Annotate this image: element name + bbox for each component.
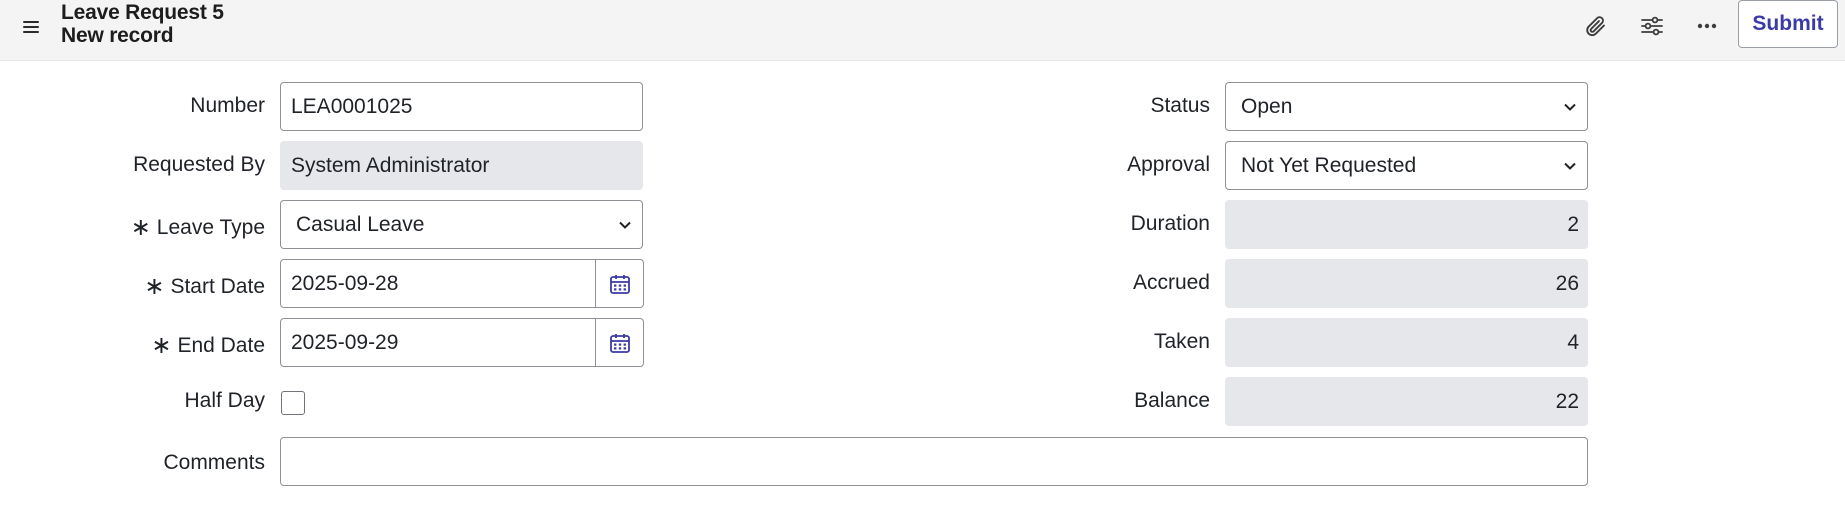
end-date-value: 2025-09-29	[291, 330, 399, 354]
taken-field: 4	[1225, 318, 1588, 367]
comments-field[interactable]	[280, 437, 1588, 486]
accrued-field: 26	[1225, 259, 1588, 308]
approval-select[interactable]: Not Yet Requested	[1225, 141, 1588, 190]
chevron-down-icon	[1564, 103, 1576, 111]
approval-label: Approval	[1127, 153, 1210, 176]
approval-value: Not Yet Requested	[1241, 153, 1417, 177]
required-mark-icon: ∗	[144, 273, 165, 300]
submit-button[interactable]: Submit	[1738, 0, 1838, 48]
page-subtitle: New record	[61, 24, 174, 47]
leave-type-value: Casual Leave	[296, 212, 425, 236]
number-value: LEA0001025	[291, 94, 413, 118]
taken-label: Taken	[1153, 330, 1210, 353]
form-header: Leave Request 5 New record Submit	[0, 0, 1845, 61]
accrued-label: Accrued	[1132, 271, 1210, 294]
number-field[interactable]: LEA0001025	[280, 82, 643, 131]
duration-label: Duration	[1130, 212, 1210, 235]
chevron-down-icon	[1564, 162, 1576, 170]
comments-label: Comments	[163, 451, 265, 474]
calendar-icon[interactable]	[596, 259, 644, 308]
end-date-field[interactable]: 2025-09-29	[280, 318, 596, 367]
number-label: Number	[190, 94, 265, 117]
balance-label: Balance	[1134, 389, 1210, 412]
start-date-control: 2025-09-28	[280, 259, 644, 308]
chevron-down-icon	[619, 221, 631, 229]
half-day-label: Half Day	[184, 389, 265, 412]
end-date-label: ∗ End Date	[151, 332, 265, 359]
page-title: Leave Request 5	[61, 1, 224, 24]
required-mark-icon: ∗	[151, 332, 172, 359]
status-label: Status	[1150, 94, 1210, 117]
taken-value: 4	[1567, 330, 1579, 354]
paperclip-icon[interactable]	[1580, 10, 1612, 42]
accrued-value: 26	[1555, 271, 1579, 295]
start-date-label: ∗ Start Date	[144, 273, 265, 300]
more-icon[interactable]	[1691, 10, 1723, 42]
end-date-control: 2025-09-29	[280, 318, 644, 367]
sliders-icon[interactable]	[1636, 10, 1668, 42]
duration-value: 2	[1567, 212, 1579, 236]
balance-field: 22	[1225, 377, 1588, 426]
required-mark-icon: ∗	[130, 214, 151, 241]
start-date-value: 2025-09-28	[291, 271, 399, 295]
half-day-checkbox[interactable]	[281, 391, 305, 415]
requested-by-value: System Administrator	[291, 153, 490, 177]
start-date-field[interactable]: 2025-09-28	[280, 259, 596, 308]
requested-by-label: Requested By	[133, 153, 265, 176]
menu-icon[interactable]	[20, 16, 42, 38]
leave-type-label: ∗ Leave Type	[130, 214, 265, 241]
leave-type-select[interactable]: Casual Leave	[280, 200, 643, 249]
duration-field: 2	[1225, 200, 1588, 249]
balance-value: 22	[1555, 389, 1579, 413]
status-select[interactable]: Open	[1225, 82, 1588, 131]
status-value: Open	[1241, 94, 1293, 118]
record-title: Leave Request 5 New record	[61, 1, 224, 47]
calendar-icon[interactable]	[596, 318, 644, 367]
requested-by-field: System Administrator	[280, 141, 643, 190]
